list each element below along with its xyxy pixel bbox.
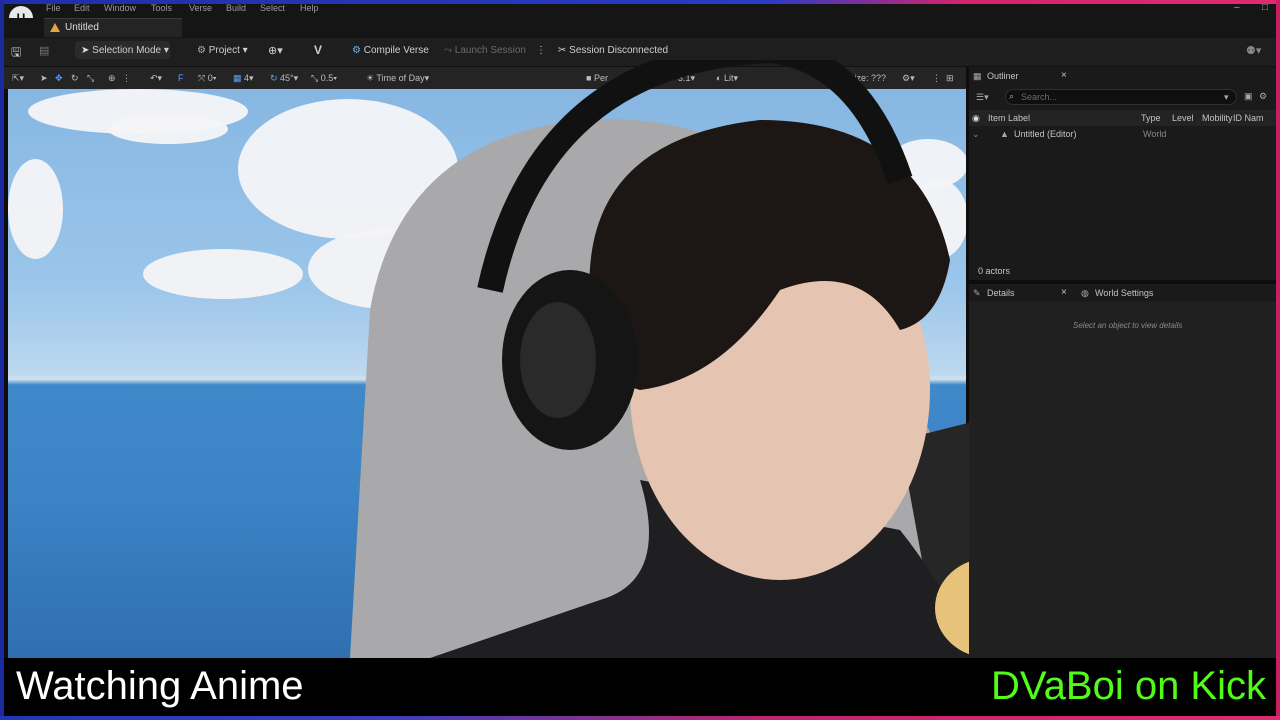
outliner-settings-icon[interactable]: ⚙ — [1259, 91, 1267, 102]
menu-tools[interactable]: Tools — [151, 3, 172, 13]
menu-build[interactable]: Build — [226, 3, 246, 13]
compile-icon: ⚙ — [352, 45, 364, 56]
close-details-icon[interactable]: × — [1061, 287, 1067, 298]
surface-snap-icon[interactable]: ↶▾ — [150, 73, 162, 84]
launch-session-label: Launch Session — [454, 45, 526, 56]
search-placeholder: Search... — [1021, 92, 1058, 102]
cloud — [143, 249, 303, 299]
select-tool-icon[interactable]: ➤ — [40, 73, 48, 84]
minimize-icon[interactable]: – — [1234, 2, 1240, 13]
launch-icon: ⤳ — [444, 45, 455, 56]
document-tab-bar — [4, 18, 1276, 38]
scale-snap-icon: ⤡ — [311, 73, 321, 83]
stream-frame-left — [0, 0, 4, 720]
add-content-icon[interactable]: ⊕▾ — [268, 44, 283, 57]
snap-count-value: 0 — [207, 73, 213, 83]
outliner-title[interactable]: Outliner — [987, 71, 1019, 81]
scale-snap[interactable]: ⤡ 0.5▾ — [311, 73, 337, 84]
menu-select[interactable]: Select — [260, 3, 285, 13]
document-tab-label: Untitled — [65, 22, 99, 33]
menu-edit[interactable]: Edit — [74, 3, 90, 13]
disconnected-icon: ✂ — [558, 45, 570, 56]
grid-snap[interactable]: ▦ 4▾ — [233, 73, 254, 84]
selection-mode-text: Selection Mode — [92, 45, 162, 56]
grid-icon: ▦ — [233, 73, 245, 83]
scale-snap-value: 0.5 — [320, 73, 334, 83]
project-label: Project — [208, 45, 240, 56]
menu-file[interactable]: File — [46, 3, 61, 13]
column-level[interactable]: Level — [1172, 113, 1194, 123]
rotation-snap[interactable]: ↻ 45°▾ — [270, 73, 298, 84]
tab-details[interactable]: Details — [987, 288, 1015, 298]
snap-toggle-icon[interactable]: F — [178, 73, 184, 83]
world-local-icon[interactable]: ⊕ — [108, 73, 116, 84]
rotation-snap-value: 45° — [280, 73, 294, 83]
content-browser-icon[interactable]: ▤ — [39, 44, 49, 57]
compile-verse-label: Compile Verse — [363, 45, 429, 56]
row-type: World — [1143, 129, 1167, 139]
scale-tool-icon[interactable]: ⤡ — [87, 73, 94, 84]
menu-verse[interactable]: Verse — [189, 3, 212, 13]
world-icon: ▲ — [1000, 129, 1009, 139]
headphones-earcup-inner — [520, 302, 596, 418]
restore-icon[interactable]: □ — [1262, 2, 1268, 13]
search-icon: ⌕ — [1009, 91, 1015, 101]
globe-icon: ◍ — [1081, 288, 1089, 298]
search-dropdown-icon[interactable]: ▾ — [1224, 92, 1229, 103]
row-label: Untitled (Editor) — [1014, 129, 1077, 139]
outliner-icon: ▦ — [973, 71, 982, 81]
transform-menu-icon[interactable]: ⇱▾ — [12, 73, 24, 84]
compile-verse-button[interactable]: ⚙ Compile Verse — [352, 45, 429, 56]
cloud — [108, 114, 228, 144]
stream-frame-right — [1276, 0, 1280, 720]
snap-icon: ⤧ — [198, 73, 208, 83]
project-icon: ⚙ — [197, 45, 209, 56]
snap-count[interactable]: ⤧ 0▾ — [198, 73, 217, 84]
details-panel — [969, 302, 1276, 658]
document-tab[interactable]: Untitled — [44, 18, 182, 37]
column-mobility[interactable]: Mobility — [1202, 113, 1233, 123]
details-icon: ✎ — [973, 288, 981, 298]
cloud — [8, 159, 63, 259]
add-folder-icon[interactable]: ▣ — [1244, 91, 1253, 102]
save-icon[interactable]: 🖫 — [11, 43, 21, 64]
more-options-icon[interactable]: ⋮ — [536, 45, 546, 56]
rotation-snap-icon: ↻ — [270, 73, 281, 83]
column-item-label[interactable]: Item Label — [988, 113, 1030, 123]
tab-world-settings[interactable]: World Settings — [1095, 288, 1153, 298]
grid-snap-value: 4 — [244, 73, 250, 83]
channel-name-text: DVaBoi on Kick — [991, 664, 1266, 708]
launch-session-button[interactable]: ⤳ Launch Session — [444, 45, 526, 56]
details-empty-message: Select an object to view details — [1073, 321, 1183, 330]
menu-window[interactable]: Window — [104, 3, 136, 13]
toolbar-more-icon[interactable]: ⋮ — [122, 73, 131, 84]
rotate-tool-icon[interactable]: ↻ — [71, 73, 79, 84]
stream-status-text: Watching Anime — [16, 664, 304, 708]
verse-icon[interactable]: V — [314, 43, 322, 57]
selection-mode-icon: ➤ — [81, 45, 93, 56]
users-icon[interactable]: ⚉▾ — [1246, 44, 1261, 57]
level-warning-icon — [50, 23, 60, 32]
filter-icon[interactable]: ☰▾ — [976, 92, 989, 103]
session-status-label: Session Disconnected — [569, 45, 669, 56]
column-type[interactable]: Type — [1141, 113, 1161, 123]
menu-help[interactable]: Help — [300, 3, 319, 13]
actor-count: 0 actors — [978, 266, 1011, 276]
visibility-icon[interactable]: ◉ — [972, 113, 980, 124]
expand-arrow-icon[interactable]: ⌄ — [972, 129, 980, 140]
project-dropdown[interactable]: ⚙ Project ▾ — [197, 45, 248, 56]
stream-frame-bottom — [0, 716, 1280, 720]
column-id-name[interactable]: ID Nam — [1233, 113, 1264, 123]
session-status-button[interactable]: ✂ Session Disconnected — [558, 45, 668, 56]
move-tool-icon[interactable]: ✥ — [55, 73, 63, 84]
close-outliner-icon[interactable]: × — [1061, 70, 1067, 81]
selection-mode-label: ➤ Selection Mode ▾ — [81, 45, 169, 56]
